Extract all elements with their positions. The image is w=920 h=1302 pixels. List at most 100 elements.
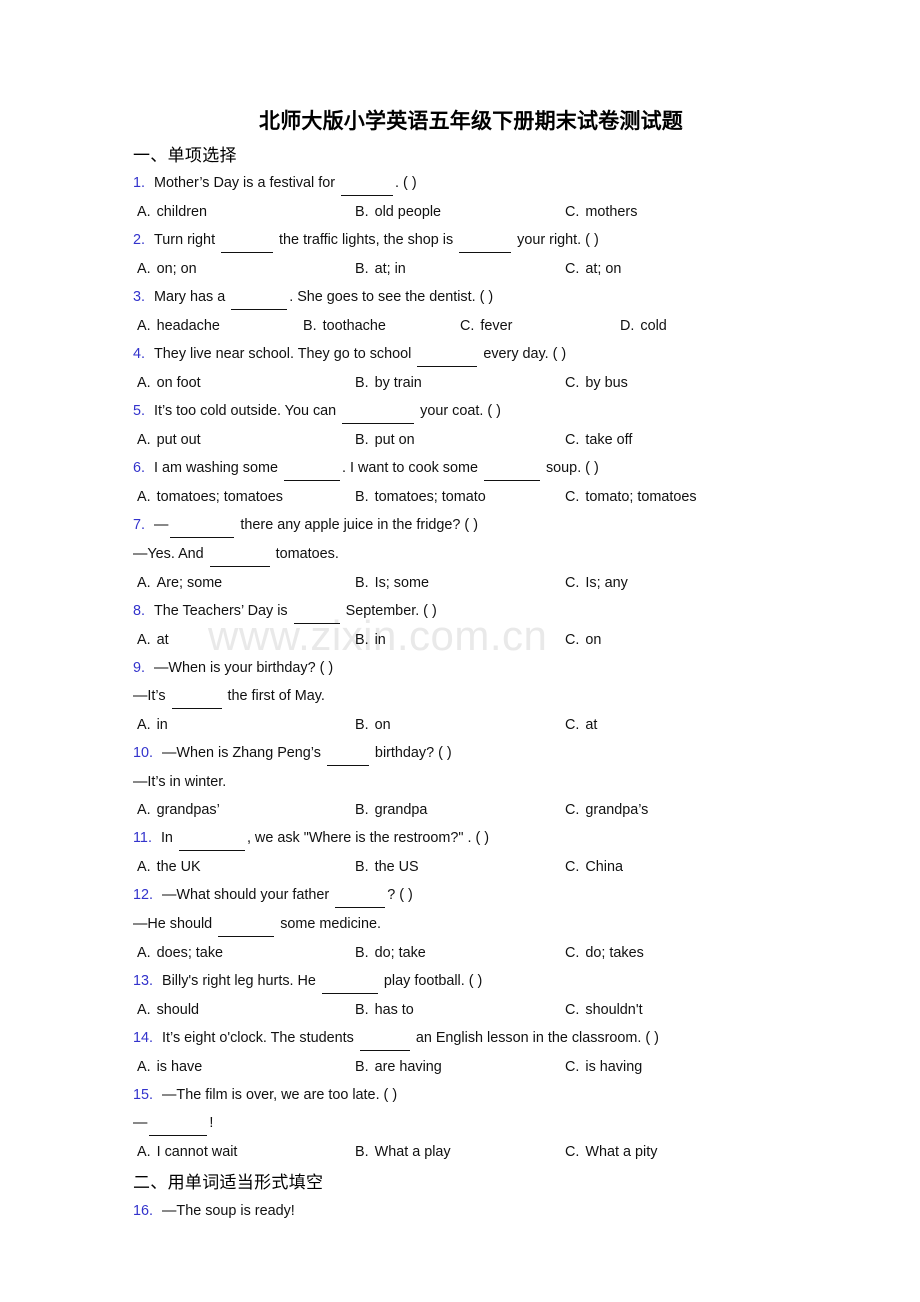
option-C[interactable]: C. shouldn't xyxy=(565,996,643,1024)
answer-blank-1[interactable] xyxy=(231,281,288,311)
option-text: Are; some xyxy=(156,575,223,592)
option-A[interactable]: A. on foot xyxy=(137,369,201,397)
option-A[interactable]: A. in xyxy=(137,711,168,739)
question-text: —The soup is ready! xyxy=(162,1202,295,1219)
option-B[interactable]: B. the US xyxy=(355,853,419,881)
option-C[interactable]: C. at; on xyxy=(565,255,621,283)
answer-blank-3[interactable] xyxy=(209,538,270,568)
option-B[interactable]: B. at; in xyxy=(355,255,406,283)
answer-blank-1[interactable] xyxy=(221,224,274,254)
option-A[interactable]: A. headache xyxy=(137,312,220,340)
option-B[interactable]: B. old people xyxy=(355,198,441,226)
option-B[interactable]: B. are having xyxy=(355,1053,442,1081)
answer-blank-1[interactable] xyxy=(293,595,340,625)
question-number: 9. xyxy=(133,660,146,677)
option-label: C. xyxy=(565,945,580,962)
option-text: Is; any xyxy=(585,575,628,592)
answer-blank-1[interactable] xyxy=(284,452,340,482)
question-number: 3. xyxy=(133,289,146,306)
option-B[interactable]: B. toothache xyxy=(303,312,386,340)
option-label: A. xyxy=(137,204,151,221)
option-C[interactable]: C. by bus xyxy=(565,369,628,397)
question-8: 8. The Teachers’ Day is September. ( ) xyxy=(0,597,920,626)
option-B[interactable]: B. grandpa xyxy=(355,796,427,824)
option-text: mothers xyxy=(585,204,638,221)
option-C[interactable]: C. take off xyxy=(565,426,632,454)
option-C[interactable]: C. What a pity xyxy=(565,1138,657,1166)
option-B[interactable]: B. on xyxy=(355,711,391,739)
option-A[interactable]: A. on; on xyxy=(137,255,197,283)
answer-blank-3[interactable] xyxy=(218,908,275,938)
option-A[interactable]: A. put out xyxy=(137,426,201,454)
option-B[interactable]: B. do; take xyxy=(355,939,426,967)
option-A[interactable]: A. is have xyxy=(137,1053,202,1081)
question-13: 13. Billy's right leg hurts. He play foot… xyxy=(0,967,920,996)
option-D[interactable]: D. cold xyxy=(620,312,667,340)
option-B[interactable]: B. tomatoes; tomato xyxy=(355,483,486,511)
answer-blank-2[interactable] xyxy=(483,452,540,482)
answer-blank-3[interactable] xyxy=(171,680,222,710)
option-A[interactable]: A. tomatoes; tomatoes xyxy=(137,483,283,511)
option-C[interactable]: C. at xyxy=(565,711,597,739)
question-14: 14. It’s eight o'clock. The students an E… xyxy=(0,1024,920,1053)
answer-blank-3[interactable] xyxy=(149,1107,208,1137)
option-B[interactable]: B. has to xyxy=(355,996,414,1024)
option-C[interactable]: C. mothers xyxy=(565,198,637,226)
option-C[interactable]: C. do; takes xyxy=(565,939,644,967)
answer-blank-1[interactable] xyxy=(335,879,386,909)
option-B[interactable]: B. What a play xyxy=(355,1138,451,1166)
option-label: A. xyxy=(137,1059,151,1076)
question-number: 13. xyxy=(133,973,154,990)
option-B[interactable]: B. Is; some xyxy=(355,569,429,597)
option-C[interactable]: C. grandpa’s xyxy=(565,796,648,824)
answer-blank-1[interactable] xyxy=(359,1022,410,1052)
option-label: B. xyxy=(355,432,369,449)
answer-blank-1[interactable] xyxy=(170,509,235,539)
option-text: headache xyxy=(156,318,220,335)
answer-blank-1[interactable] xyxy=(321,965,378,995)
option-label: A. xyxy=(137,859,151,876)
option-C[interactable]: C. tomato; tomatoes xyxy=(565,483,697,511)
option-label: B. xyxy=(355,375,369,392)
option-label: C. xyxy=(565,261,580,278)
question-text: —When is Zhang Peng’s birthday? ( ) xyxy=(162,745,452,767)
question-text: —When is your birthday? ( ) xyxy=(154,660,334,677)
option-A[interactable]: A. does; take xyxy=(137,939,223,967)
option-C[interactable]: C. Is; any xyxy=(565,569,628,597)
option-A[interactable]: A. the UK xyxy=(137,853,201,881)
option-C[interactable]: C. fever xyxy=(460,312,512,340)
option-B[interactable]: B. in xyxy=(355,626,386,654)
answer-blank-1[interactable] xyxy=(178,822,245,852)
question-7: 7. — there any apple juice in the fridge?… xyxy=(0,511,920,540)
option-row: A. on foot B. by train C. by bus xyxy=(0,369,920,397)
answer-blank-2[interactable] xyxy=(459,224,512,254)
option-A[interactable]: A. I cannot wait xyxy=(137,1138,237,1166)
option-C[interactable]: C. China xyxy=(565,853,623,881)
question-text: Turn right the traffic lights, the shop … xyxy=(154,232,599,254)
option-row: A. the UK B. the US C. China xyxy=(0,853,920,881)
option-C[interactable]: C. is having xyxy=(565,1053,642,1081)
option-C[interactable]: C. on xyxy=(565,626,601,654)
option-label: B. xyxy=(355,575,369,592)
option-A[interactable]: A. Are; some xyxy=(137,569,222,597)
option-text: do; takes xyxy=(585,945,644,962)
answer-blank-1[interactable] xyxy=(341,167,394,197)
option-row: A. should B. has to C. shouldn't xyxy=(0,996,920,1024)
option-A[interactable]: A. children xyxy=(137,198,207,226)
option-A[interactable]: A. should xyxy=(137,996,199,1024)
answer-blank-1[interactable] xyxy=(417,338,478,368)
option-A[interactable]: A. grandpas’ xyxy=(137,796,220,824)
option-text: old people xyxy=(374,204,442,221)
question-text: Mother’s Day is a festival for . ( ) xyxy=(154,175,417,197)
option-text: What a pity xyxy=(585,1144,658,1161)
question-number: 1. xyxy=(133,175,146,192)
question-10: 10. —When is Zhang Peng’s birthday? ( ) xyxy=(0,739,920,768)
option-B[interactable]: B. put on xyxy=(355,426,415,454)
option-label: A. xyxy=(137,802,151,819)
option-B[interactable]: B. by train xyxy=(355,369,422,397)
answer-blank-1[interactable] xyxy=(326,737,369,767)
option-A[interactable]: A. at xyxy=(137,626,169,654)
question-16: 16. —The soup is ready! xyxy=(0,1197,920,1225)
answer-blank-1[interactable] xyxy=(342,395,415,425)
option-text: in xyxy=(374,632,386,649)
